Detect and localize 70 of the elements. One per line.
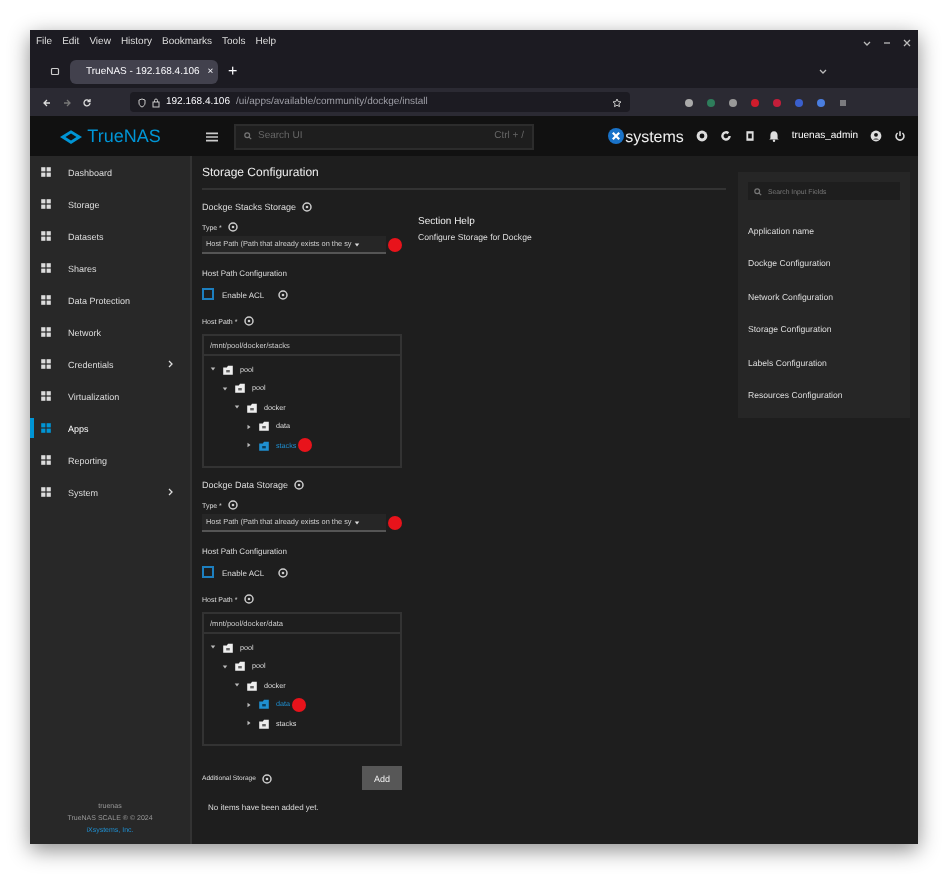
collapse-arrow-icon[interactable] (246, 720, 252, 727)
folder-icon (246, 679, 258, 692)
folder-icon (234, 660, 246, 673)
forward-icon[interactable] (62, 97, 72, 107)
extension-icon[interactable] (794, 97, 804, 107)
folder-icon (258, 439, 270, 452)
minimize-icon[interactable] (882, 37, 892, 47)
refresh-icon[interactable] (719, 130, 732, 142)
shield-icon (138, 97, 146, 107)
annotation-dot (292, 697, 306, 712)
folder-icon (246, 401, 258, 414)
square-grid-icon (40, 262, 52, 274)
new-tab-button[interactable]: + (228, 62, 238, 80)
collapse-arrow-icon[interactable] (246, 423, 252, 430)
clipboard-icon[interactable] (743, 130, 756, 142)
dropdown-arrow-icon (353, 241, 360, 247)
square-grid-icon (40, 422, 52, 434)
help-icon[interactable] (243, 316, 254, 326)
square-grid-icon (40, 166, 52, 178)
folder-icon (222, 363, 234, 376)
folder-icon (234, 382, 246, 395)
chevron-down-icon[interactable] (818, 66, 828, 76)
square-grid-icon (40, 486, 52, 498)
help-icon[interactable] (261, 773, 272, 783)
chevron-right-icon (168, 488, 174, 496)
vendor-logo: systems (607, 127, 684, 145)
square-grid-icon (40, 390, 52, 402)
badge-icon[interactable] (695, 130, 708, 142)
account-icon[interactable] (870, 130, 882, 142)
square-grid-icon (40, 230, 52, 242)
extension-icon[interactable] (772, 97, 782, 107)
tab-overview-icon[interactable] (50, 66, 60, 76)
collapse-arrow-icon[interactable] (246, 442, 252, 449)
dropdown-arrow-icon (353, 519, 360, 525)
chevron-right-icon (168, 360, 174, 368)
power-icon[interactable] (894, 130, 906, 142)
logo-icon (59, 129, 82, 143)
square-grid-icon (40, 294, 52, 306)
annotation-dot (298, 438, 313, 453)
square-grid-icon (40, 326, 52, 338)
back-icon[interactable] (42, 97, 52, 107)
help-icon[interactable] (278, 567, 289, 577)
help-icon[interactable] (227, 222, 238, 232)
square-grid-icon (40, 358, 52, 370)
checkbox[interactable] (202, 566, 214, 578)
help-icon[interactable] (294, 480, 305, 490)
help-icon[interactable] (227, 500, 238, 510)
reload-icon[interactable] (82, 97, 92, 107)
collapse-arrow-icon[interactable] (246, 701, 252, 708)
star-icon[interactable] (612, 97, 622, 107)
folder-icon (258, 698, 270, 711)
folder-icon (258, 717, 270, 730)
square-grid-icon (40, 454, 52, 466)
square-grid-icon (40, 198, 52, 210)
help-icon[interactable] (302, 202, 313, 212)
extension-icon[interactable] (750, 97, 760, 107)
extension-icon[interactable] (706, 97, 716, 107)
help-icon[interactable] (243, 594, 254, 604)
folder-icon (222, 641, 234, 654)
lock-icon (152, 97, 160, 107)
close-icon[interactable] (902, 37, 912, 47)
help-icon[interactable] (278, 289, 289, 299)
bell-icon[interactable] (767, 130, 780, 142)
checkbox[interactable] (202, 288, 214, 300)
logo-text: TrueNAS (87, 126, 161, 146)
search-icon (244, 132, 252, 140)
extension-icon[interactable] (816, 97, 826, 107)
chevron-down-icon[interactable] (862, 37, 872, 47)
folder-icon (258, 420, 270, 433)
search-icon (754, 187, 762, 195)
